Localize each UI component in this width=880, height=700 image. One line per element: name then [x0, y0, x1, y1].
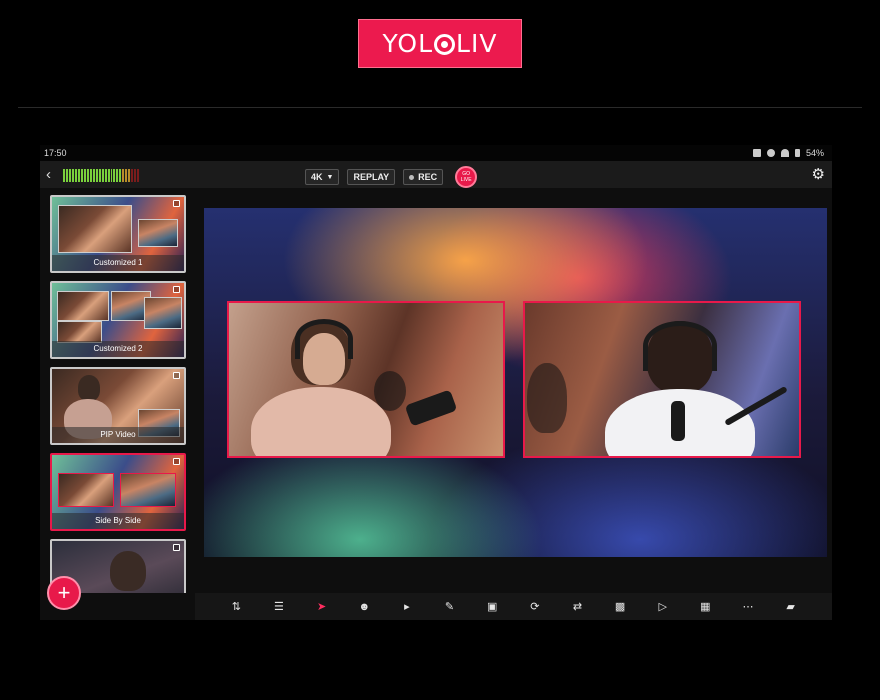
microphone — [671, 401, 685, 441]
thumb-scene-image — [144, 297, 182, 329]
go-live-button[interactable]: GO LIVE — [455, 166, 478, 188]
guest-foreground-shape — [527, 363, 567, 433]
plus-icon: + — [57, 580, 71, 605]
headphones — [295, 319, 353, 359]
logo-o-mark — [434, 34, 456, 55]
aspect-ratio-icon[interactable]: ▣ — [485, 600, 499, 614]
sd-card-icon — [752, 149, 761, 157]
more-icon[interactable]: ⋯ — [741, 600, 755, 614]
microphone — [404, 389, 458, 427]
layout-thumb-pip-video[interactable]: PIP Video — [50, 367, 186, 445]
layout-label: Side By Side — [52, 513, 184, 529]
audio-level-meter — [63, 169, 140, 182]
volume-icon[interactable]: ▸ — [400, 600, 414, 614]
logo-text: YOL LIV — [382, 29, 498, 58]
audio-mixer-icon[interactable]: ⇅ — [229, 600, 243, 614]
layout-edit-icon[interactable] — [173, 372, 180, 379]
host-body — [251, 387, 391, 456]
record-button[interactable]: REC — [403, 169, 444, 185]
replay-icon[interactable]: ⟳ — [528, 600, 542, 614]
layout-edit-icon[interactable] — [173, 544, 180, 551]
thumb-scene-image — [58, 473, 114, 507]
thumb-scene-image — [120, 473, 176, 507]
layout-thumb-customized-1[interactable]: Customized 1 — [50, 195, 186, 273]
program-preview — [204, 208, 827, 557]
switcher-icon[interactable]: ➤ — [315, 600, 329, 614]
gear-icon[interactable]: ⚙ — [812, 165, 825, 183]
battery-icon — [794, 149, 800, 157]
replay-button[interactable]: REPLAY — [347, 169, 396, 185]
chevron-down-icon: ▼ — [326, 173, 334, 181]
camera-icon[interactable]: ▷ — [656, 600, 670, 614]
yololiv-logo: YOL LIV — [358, 19, 522, 68]
add-button[interactable]: + — [47, 576, 81, 610]
layout-edit-icon[interactable] — [173, 200, 180, 207]
go-live-line2: LIVE — [460, 177, 472, 183]
layout-edit-icon[interactable] — [173, 458, 180, 465]
guests-icon[interactable]: ☻ — [357, 600, 371, 614]
resolution-value: 4K — [311, 172, 323, 182]
headphones — [643, 321, 717, 371]
video-frame-left — [227, 301, 505, 458]
thumb-scene-image — [58, 205, 132, 253]
layout-thumb-customized-2[interactable]: Customized 2 — [50, 281, 186, 359]
layers-icon[interactable]: ☰ — [272, 600, 286, 614]
thumb-scene-image — [57, 291, 109, 321]
image-icon[interactable]: ▰ — [784, 600, 798, 614]
page: YOL LIV 17:50 54% ‹ 4K ▼ REPLAY REC GO L… — [0, 0, 880, 700]
layout-list: Customized 1 Customized 2 PIP Video Side… — [40, 188, 195, 593]
thumb-scene-image — [138, 219, 178, 247]
thumb-scene-image — [57, 321, 102, 343]
top-toolbar: ‹ 4K ▼ REPLAY REC GO LIVE ⚙ — [40, 161, 832, 188]
toolbar-center: 4K ▼ REPLAY REC GO LIVE — [305, 166, 478, 188]
layout-label: Customized 2 — [52, 341, 184, 357]
pop-filter — [374, 371, 406, 411]
layout-label: PIP Video — [52, 427, 184, 443]
wifi-icon — [780, 149, 789, 157]
status-icons: 54% — [752, 148, 824, 158]
bottom-toolbar: ⇅ ☰ ➤ ☻ ▸ ✎ ▣ ⟳ ⇄ ▩ ▷ ▦ ⋯ ▰ — [195, 593, 832, 620]
transition-icon[interactable]: ⇄ — [570, 600, 584, 614]
thumb-person — [110, 551, 146, 591]
record-label: REC — [418, 172, 438, 182]
thumb-person — [78, 375, 100, 401]
layout-edit-icon[interactable] — [173, 286, 180, 293]
overlay-icon[interactable]: ▦ — [698, 600, 712, 614]
edit-icon[interactable]: ✎ — [443, 600, 457, 614]
battery-level: 54% — [805, 148, 824, 158]
status-time: 17:50 — [44, 148, 67, 158]
divider — [18, 107, 862, 108]
layout-thumb-side-by-side[interactable]: Side By Side — [50, 453, 186, 531]
replay-label: REPLAY — [353, 172, 390, 182]
back-chevron-icon[interactable]: ‹ — [46, 166, 51, 183]
status-bar: 17:50 54% — [40, 145, 832, 161]
comments-icon[interactable]: ▩ — [613, 600, 627, 614]
layout-label: Customized 1 — [52, 255, 184, 271]
headset-icon — [766, 149, 775, 157]
app-screen: 17:50 54% ‹ 4K ▼ REPLAY REC GO LIVE ⚙ Cu… — [40, 145, 832, 620]
video-frame-right — [523, 301, 801, 458]
record-dot-icon — [409, 174, 415, 180]
resolution-select[interactable]: 4K ▼ — [305, 169, 340, 185]
